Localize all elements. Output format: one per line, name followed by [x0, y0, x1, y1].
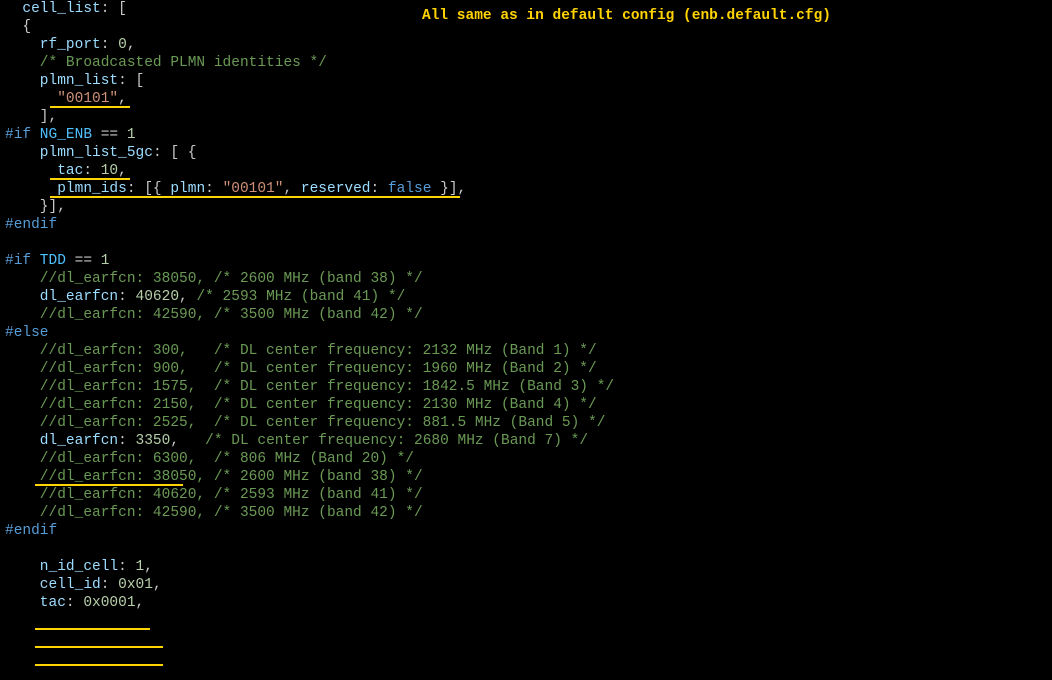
code: :	[118, 433, 135, 449]
code: ==	[92, 127, 127, 143]
code: 3350	[136, 433, 171, 449]
code: ,	[127, 37, 136, 53]
underline	[50, 106, 130, 108]
code: #if	[5, 127, 31, 143]
code: cell_id	[5, 577, 101, 593]
code: //dl_earfcn: 38050, /* 2600 MHz (band 38…	[5, 271, 423, 287]
code: /* 2593 MHz (band 41) */	[196, 289, 405, 305]
code: ,	[170, 433, 205, 449]
underline	[35, 628, 150, 630]
code: 1	[127, 127, 136, 143]
code: :	[66, 595, 83, 611]
code: "00101"	[223, 181, 284, 197]
code: plmn_list	[5, 73, 118, 89]
code: tac	[5, 163, 83, 179]
code: :	[101, 577, 118, 593]
code: : [{	[127, 181, 171, 197]
code: {	[5, 19, 31, 35]
code: :	[83, 163, 100, 179]
code: //dl_earfcn: 900, /* DL center frequency…	[5, 361, 597, 377]
code: ,	[144, 559, 153, 575]
code: //dl_earfcn: 300, /* DL center frequency…	[5, 343, 597, 359]
code: //dl_earfcn: 2525, /* DL center frequenc…	[5, 415, 605, 431]
underline	[50, 196, 460, 198]
underline	[35, 646, 163, 648]
code: 0	[118, 37, 127, 53]
code: //dl_earfcn: 38050, /* 2600 MHz (band 38…	[5, 469, 423, 485]
code: cell_list	[5, 1, 101, 17]
code: n_id_cell	[5, 559, 118, 575]
code: /* DL center frequency: 2680 MHz (Band 7…	[205, 433, 588, 449]
code: plmn_list_5gc	[5, 145, 153, 161]
code: :	[118, 289, 135, 305]
code: ,	[179, 289, 196, 305]
code: plmn_ids	[5, 181, 127, 197]
code: //dl_earfcn: 1575, /* DL center frequenc…	[5, 379, 614, 395]
underline	[35, 664, 163, 666]
code: //dl_earfcn: 6300, /* 806 MHz (Band 20) …	[5, 451, 414, 467]
code: 1	[101, 253, 110, 269]
code: ==	[66, 253, 101, 269]
code: #else	[5, 325, 49, 341]
underline	[35, 484, 183, 486]
code: }],	[431, 181, 466, 197]
code: //dl_earfcn: 42590, /* 3500 MHz (band 42…	[5, 505, 423, 521]
code: 1	[136, 559, 145, 575]
annotation-text: All same as in default config (enb.defau…	[422, 8, 831, 24]
code: "00101"	[5, 91, 118, 107]
code: false	[388, 181, 432, 197]
code: reserved	[301, 181, 371, 197]
code: dl_earfcn	[5, 289, 118, 305]
code: TDD	[31, 253, 66, 269]
code: ,	[136, 595, 145, 611]
config-code: cell_list: [ { rf_port: 0, /* Broadcaste…	[0, 0, 1052, 612]
code: 0x01	[118, 577, 153, 593]
code: tac	[5, 595, 66, 611]
code: #if	[5, 253, 31, 269]
code: :	[371, 181, 388, 197]
code: }],	[5, 199, 66, 215]
code: 0x0001	[83, 595, 135, 611]
code: :	[118, 559, 135, 575]
code: : [	[118, 73, 144, 89]
code: #endif	[5, 523, 57, 539]
code: NG_ENB	[31, 127, 92, 143]
code: ,	[118, 91, 127, 107]
code: : [	[101, 1, 127, 17]
code: :	[205, 181, 222, 197]
code: //dl_earfcn: 2150, /* DL center frequenc…	[5, 397, 597, 413]
code: 10	[101, 163, 118, 179]
code: #endif	[5, 217, 57, 233]
code: ,	[118, 163, 127, 179]
code: dl_earfcn	[5, 433, 118, 449]
code: rf_port	[5, 37, 101, 53]
underline	[50, 178, 130, 180]
code: ,	[283, 181, 300, 197]
code: : [ {	[153, 145, 197, 161]
code: :	[101, 37, 118, 53]
code: //dl_earfcn: 40620, /* 2593 MHz (band 41…	[5, 487, 423, 503]
code: ],	[5, 109, 57, 125]
code: //dl_earfcn: 42590, /* 3500 MHz (band 42…	[5, 307, 423, 323]
code: 40620	[136, 289, 180, 305]
code: ,	[153, 577, 162, 593]
code: /* Broadcasted PLMN identities */	[5, 55, 327, 71]
code: plmn	[170, 181, 205, 197]
